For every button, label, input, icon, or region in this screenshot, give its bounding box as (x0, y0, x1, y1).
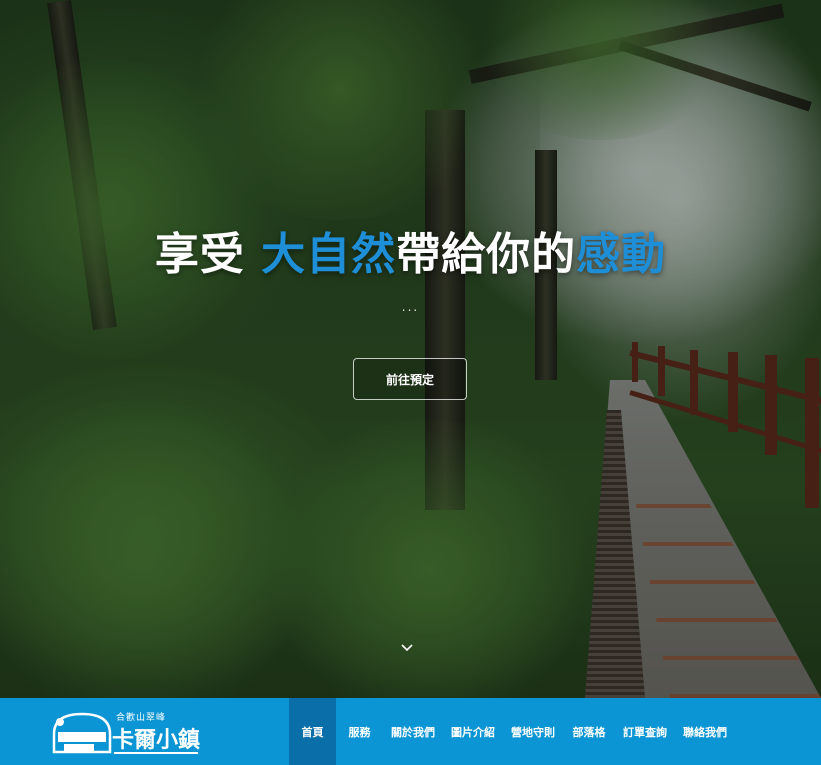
nav-item-blog[interactable]: 部落格 (563, 698, 615, 765)
nav-item-order-lookup[interactable]: 訂單查詢 (615, 698, 675, 765)
headline-highlight: 感動 (576, 229, 667, 280)
logo-underline (114, 752, 198, 754)
hero-banner (0, 0, 821, 698)
nav-item-contact[interactable]: 聯絡我們 (675, 698, 735, 765)
headline-text: 帶給你的 (396, 229, 577, 280)
site-logo[interactable]: 合歡山翠峰 卡爾小鎮 (50, 706, 200, 758)
nav-item-gallery[interactable]: 圖片介紹 (443, 698, 503, 765)
nav-item-services[interactable]: 服務 (336, 698, 383, 765)
chevron-down-icon[interactable] (396, 640, 418, 656)
nav-item-home[interactable]: 首頁 (289, 698, 336, 765)
book-now-button[interactable]: 前往預定 (353, 358, 467, 400)
headline-text: 享受 (154, 229, 262, 280)
hero-headline: 享受 大自然帶給你的感動 (0, 218, 821, 282)
logo-title: 卡爾小鎮 (112, 728, 201, 753)
headline-highlight: 大自然 (261, 229, 397, 280)
logo-badge-icon (52, 712, 112, 754)
nav-item-about[interactable]: 關於我們 (383, 698, 443, 765)
nav-menu: 首頁 服務 關於我們 圖片介紹 營地守則 部落格 訂單查詢 聯絡我們 (289, 698, 735, 765)
main-navbar: 合歡山翠峰 卡爾小鎮 首頁 服務 關於我們 圖片介紹 營地守則 部落格 訂單查詢… (0, 698, 821, 765)
hero-dots: ... (401, 300, 420, 314)
nav-item-camp-rules[interactable]: 營地守則 (503, 698, 563, 765)
hero-overlay (0, 0, 821, 698)
